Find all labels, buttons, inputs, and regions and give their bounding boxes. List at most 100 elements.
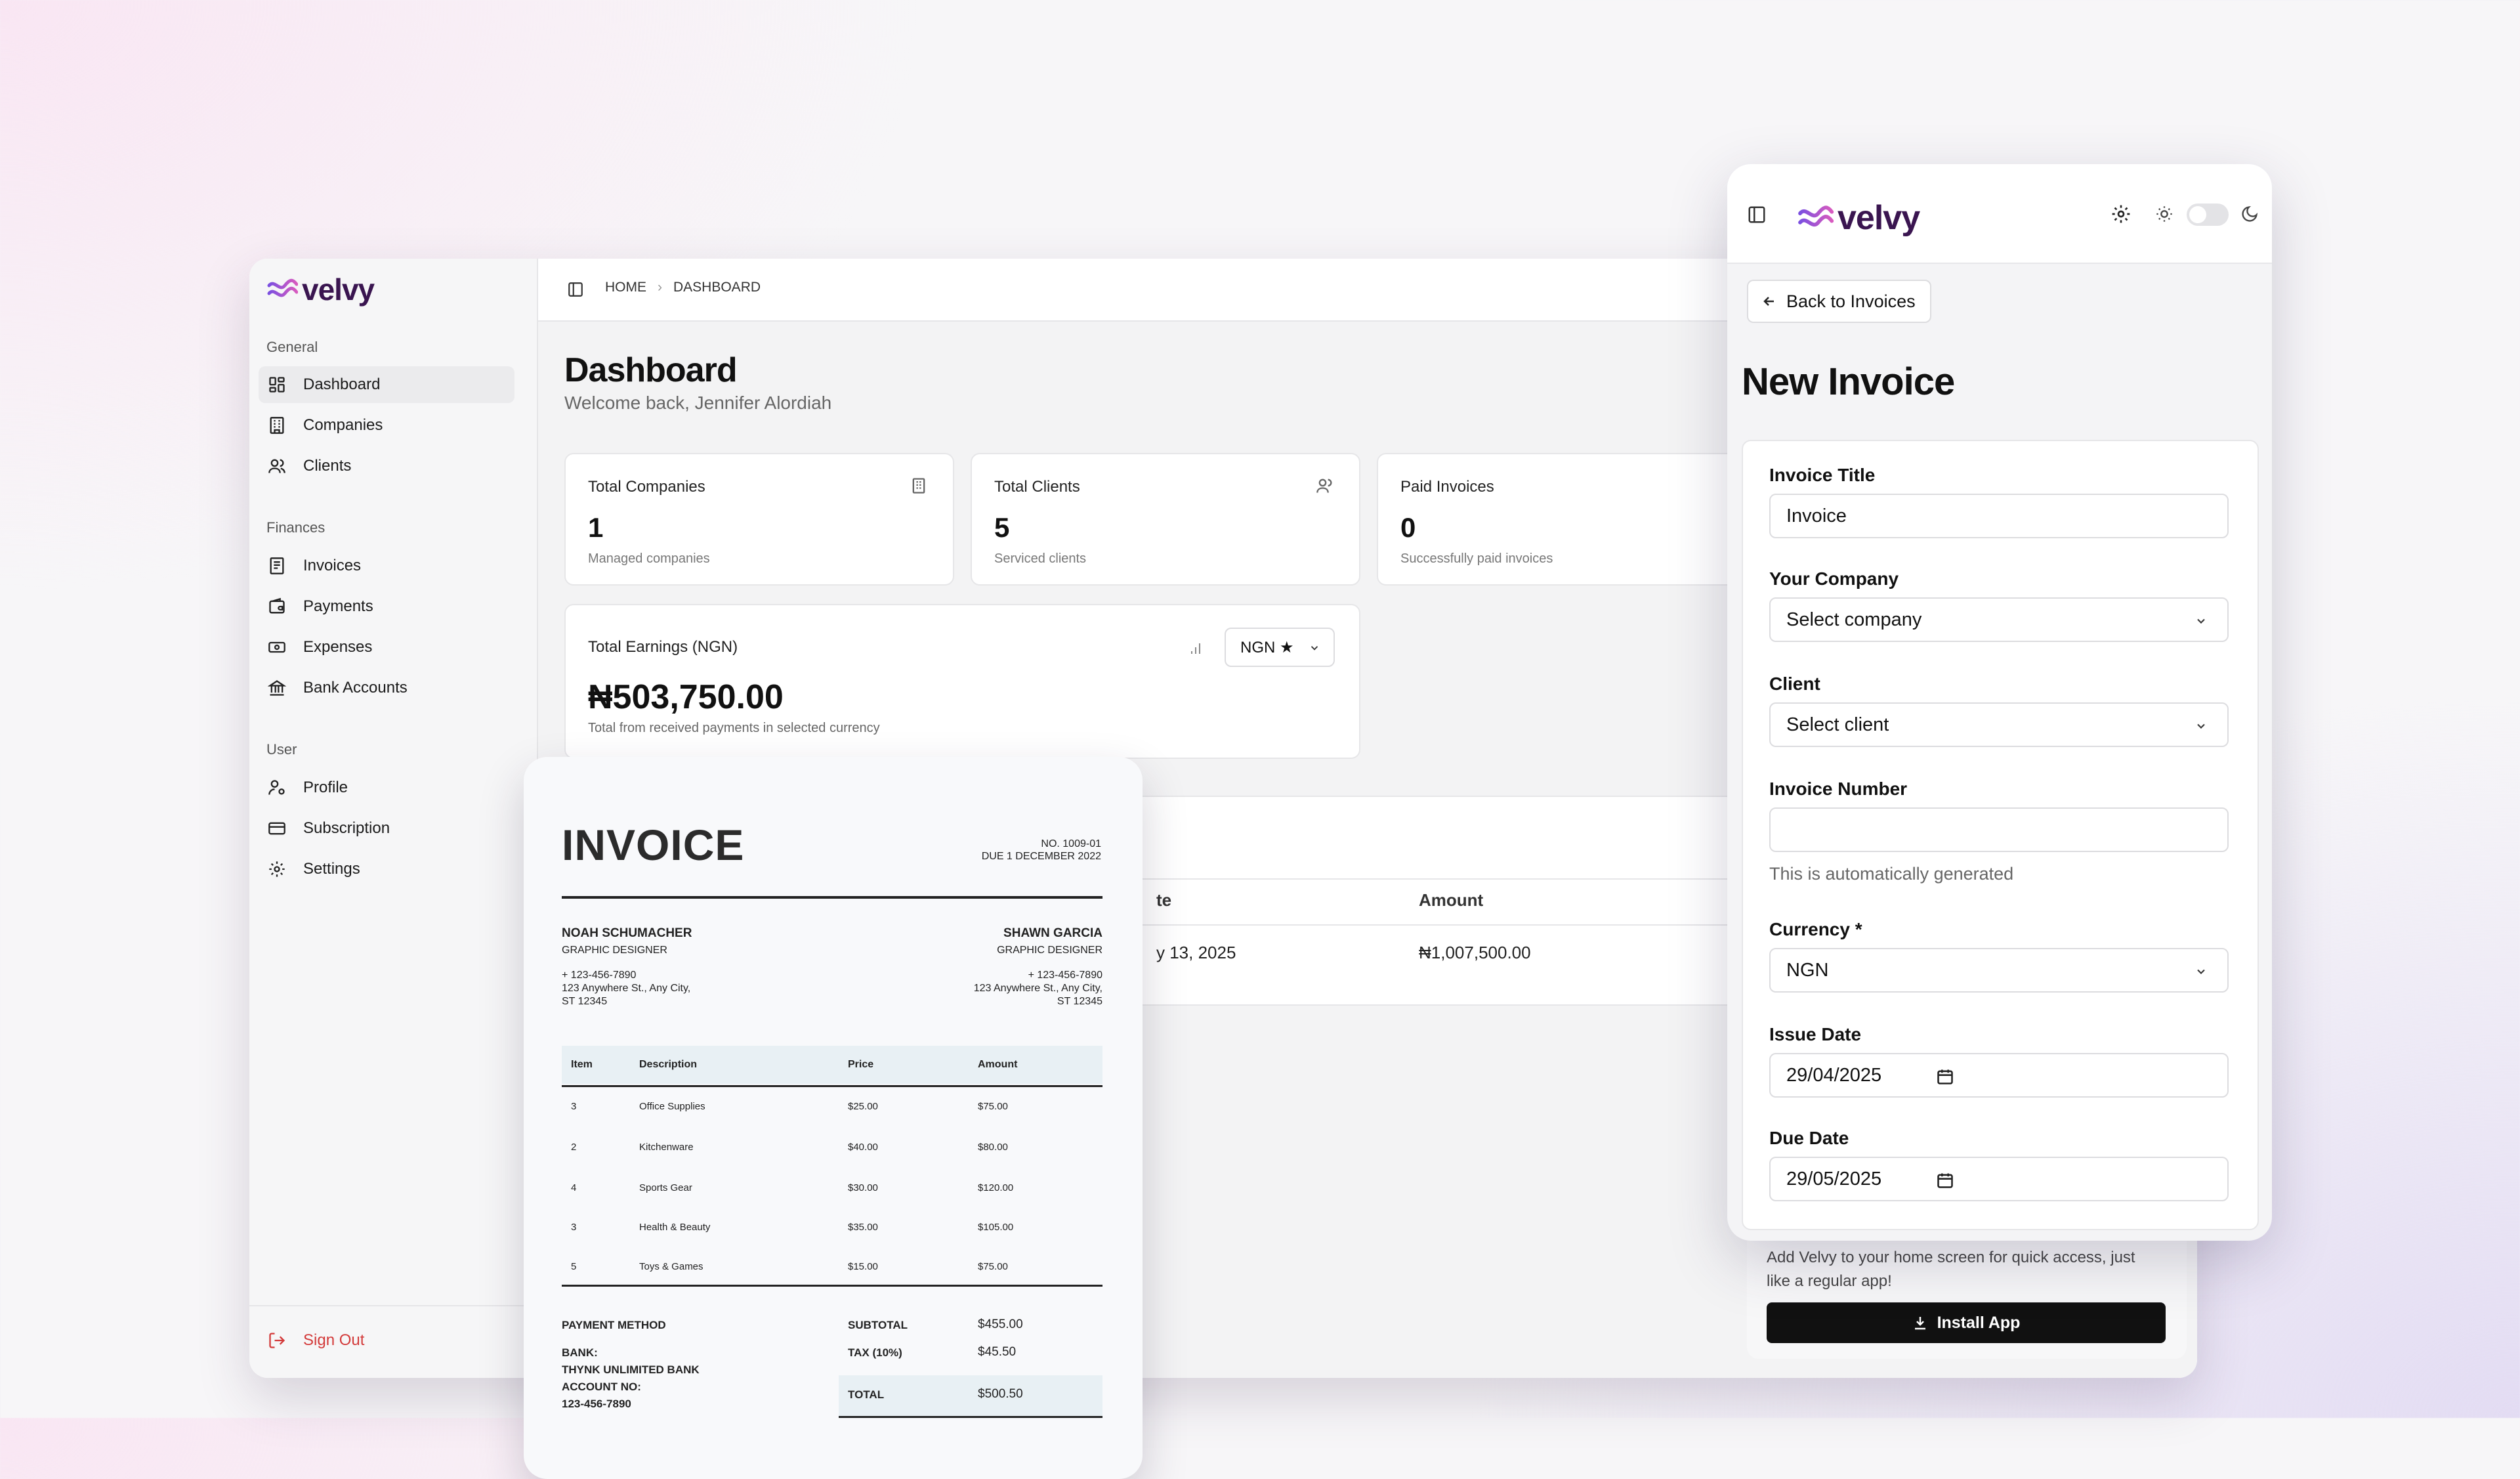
back-label: Back to Invoices [1786,291,1916,311]
bank-icon [268,680,286,696]
brand-logo[interactable]: velvy [266,272,375,307]
calendar-icon[interactable] [1936,1067,1954,1086]
sign-out-label: Sign Out [303,1331,365,1349]
bar-chart-icon [1191,643,1200,654]
client-select[interactable]: Select client [1769,702,2229,747]
earnings-title: Total Earnings (NGN) [588,638,738,656]
page-title: Dashboard [564,351,738,389]
back-to-invoices-button[interactable]: Back to Invoices [1747,280,1931,323]
row-amount: $75.00 [978,1261,1008,1272]
to-name: SHAWN GARCIA [1003,926,1102,940]
calendar-icon[interactable] [1936,1171,1954,1190]
theme-toggle[interactable] [2187,204,2229,226]
bank-label: BANK: [562,1346,598,1359]
earnings-sub: Total from received payments in selected… [588,721,880,735]
due-date-input[interactable]: 29/05/2025 [1769,1157,2229,1201]
row-description: Office Supplies [639,1101,705,1112]
bank-name: THYNK UNLIMITED BANK [562,1363,700,1376]
to-address-line1: 123 Anywhere St., Any City, [973,983,1102,994]
sidebar-item-subscription[interactable]: Subscription [259,810,514,847]
currency-select[interactable]: NGN [1769,948,2229,993]
sidebar-item-settings[interactable]: Settings [259,851,514,888]
account-number: 123-456-7890 [562,1398,631,1410]
currency-select-value: NGN ★ [1240,638,1294,656]
total-value: $500.50 [978,1387,1023,1401]
sidebar-item-expenses[interactable]: Expenses [259,629,514,666]
row-item: 4 [571,1182,577,1193]
install-app-button[interactable]: Install App [1767,1302,2166,1343]
row-price: $35.00 [848,1222,878,1233]
row-description: Kitchenware [639,1142,694,1153]
stat-title: Total Clients [994,478,1080,496]
sidebar-section-finances: Finances [266,519,326,536]
sidebar-item-label: Companies [303,416,383,434]
grid-icon [269,377,285,393]
sidebar-item-payments[interactable]: Payments [259,588,514,625]
invoice-doc-title: INVOICE [562,821,745,869]
credit-card-icon [268,822,285,835]
sidebar-item-dashboard[interactable]: Dashboard [259,366,514,403]
brand-logo[interactable]: velvy [1797,198,1920,238]
issue-date-input[interactable]: 29/04/2025 [1769,1053,2229,1098]
row-item: 3 [571,1222,577,1233]
sidebar-item-profile[interactable]: Profile [259,769,514,806]
sidebar-item-label: Invoices [303,557,362,574]
invoice-number: NO. 1009-01 [1041,838,1101,849]
invoice-number-label: Invoice Number [1769,779,1908,799]
chevron-down-icon [1311,646,1318,651]
client-select-value: Select client [1786,714,1889,735]
invoice-title-value: Invoice [1786,505,1847,526]
invoice-rule [562,896,1102,899]
total-label: TOTAL [848,1388,885,1401]
invoice-table-bottom-rule [562,1285,1102,1287]
sidebar-item-label: Settings [303,860,360,878]
currency-label: Currency * [1769,919,1862,939]
building-icon [912,478,925,494]
users-icon [268,459,285,473]
stat-sub: Serviced clients [994,551,1087,566]
sidebar-item-companies[interactable]: Companies [259,407,514,444]
chevron-right-icon: › [658,280,662,295]
brand-name: velvy [302,272,375,307]
from-role: GRAPHIC DESIGNER [562,945,667,956]
table-header-date: te [1156,890,1172,910]
sidebar-item-invoices[interactable]: Invoices [259,547,514,584]
new-invoice-panel: velvy Back to Invoices New Invoice Invoi… [1727,164,2272,1241]
sidebar-item-label: Subscription [303,819,390,837]
sidebar-item-label: Payments [303,597,373,615]
company-select[interactable]: Select company [1769,597,2229,642]
row-item: 2 [571,1142,577,1153]
invoice-form: Invoice Title Invoice Your Company Selec… [1742,440,2259,1230]
breadcrumb-home[interactable]: HOME [605,280,646,295]
sun-icon [2156,206,2172,222]
building-icon [270,417,284,434]
row-amount: $80.00 [978,1142,1008,1153]
brand-name: velvy [1838,199,1920,237]
row-description: Health & Beauty [639,1222,711,1233]
table-cell-date: y 13, 2025 [1156,943,1236,962]
client-label: Client [1769,674,1820,694]
breadcrumb-current: DASHBOARD [673,280,761,295]
log-out-icon [269,1333,285,1348]
users-icon [1316,479,1332,493]
account-label: ACCOUNT NO: [562,1381,641,1393]
gear-icon [269,861,285,877]
table-cell-amount: ₦1,007,500.00 [1419,943,1531,962]
invoice-number-input[interactable] [1769,807,2229,852]
sidebar-item-clients[interactable]: Clients [259,448,514,484]
currency-select[interactable]: NGN ★ [1225,628,1335,667]
chevron-down-icon [2197,723,2205,729]
issue-date-value: 29/04/2025 [1786,1064,1882,1086]
sidebar-toggle-icon[interactable] [567,281,584,298]
sign-out-button[interactable]: Sign Out [259,1322,364,1359]
sidebar-toggle-icon[interactable] [1747,205,1767,225]
sidebar-section-user: User [266,741,297,758]
gear-icon[interactable] [2110,204,2132,225]
row-price: $40.00 [848,1142,878,1153]
due-date-value: 29/05/2025 [1786,1168,1882,1190]
invoice-title-input[interactable]: Invoice [1769,494,2229,538]
sidebar-item-label: Dashboard [303,375,381,393]
sidebar-item-bank-accounts[interactable]: Bank Accounts [259,670,514,706]
banknote-icon [268,641,285,653]
row-amount: $120.00 [978,1182,1014,1193]
